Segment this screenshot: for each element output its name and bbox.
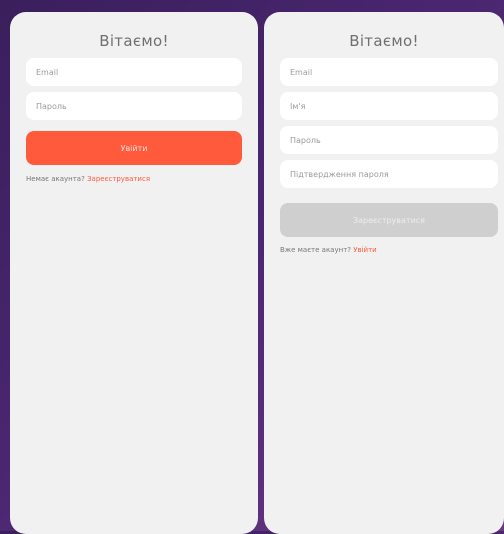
login-email-field[interactable] — [26, 58, 242, 86]
register-link[interactable]: Зареєструватися — [87, 175, 150, 183]
register-footer: Вже маєте акаунт? Увійти — [280, 246, 377, 254]
register-password-field[interactable] — [280, 126, 498, 154]
register-button[interactable]: Зареєструватися — [280, 203, 498, 237]
login-password-field[interactable] — [26, 92, 242, 120]
login-panel: Вітаємо! Увійти Немає акаунта? Зареєстру… — [10, 12, 258, 534]
login-link[interactable]: Увійти — [353, 246, 377, 254]
register-email-field[interactable] — [280, 58, 498, 86]
register-footer-text: Вже маєте акаунт? — [280, 246, 351, 254]
register-title: Вітаємо! — [349, 32, 419, 50]
login-button[interactable]: Увійти — [26, 131, 242, 165]
login-footer-text: Немає акаунта? — [26, 175, 85, 183]
register-confirm-password-field[interactable] — [280, 160, 498, 188]
login-title: Вітаємо! — [99, 32, 169, 50]
register-name-field[interactable] — [280, 92, 498, 120]
login-footer: Немає акаунта? Зареєструватися — [26, 175, 150, 183]
register-panel: Вітаємо! Зареєструватися Вже маєте акаун… — [264, 12, 504, 534]
